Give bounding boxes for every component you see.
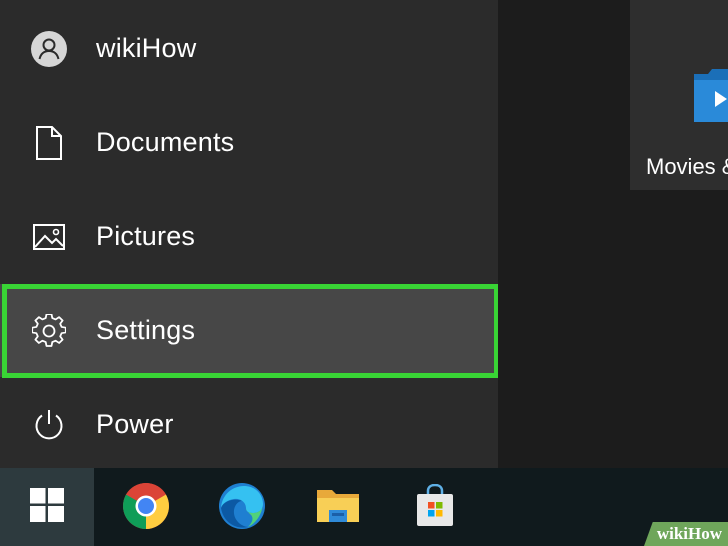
start-menu-item-settings[interactable]: Settings <box>0 284 498 377</box>
start-menu-item-label: Documents <box>96 127 235 157</box>
start-menu-item-label: Pictures <box>96 221 196 251</box>
start-menu-item-pictures[interactable]: Pictures <box>0 190 498 283</box>
windows-start-icon <box>30 487 64 527</box>
tile-movies-tv[interactable]: Movies & <box>630 0 728 190</box>
store-taskbar-button[interactable] <box>410 483 460 533</box>
file-explorer-icon <box>315 486 361 531</box>
gear-icon <box>30 312 68 350</box>
chrome-icon <box>122 482 170 535</box>
power-icon <box>30 406 68 444</box>
chrome-taskbar-button[interactable] <box>121 482 171 535</box>
start-tiles-area: Movies & <box>498 0 728 468</box>
desktop-screen: wikiHow Documents Pictures Settings Powe… <box>0 0 728 546</box>
start-menu-item-user[interactable]: wikiHow <box>0 2 498 95</box>
movies-folder-icon <box>694 64 728 131</box>
start-menu-item-label: wikiHow <box>96 33 197 63</box>
start-button[interactable] <box>0 468 94 546</box>
edge-taskbar-button[interactable] <box>217 482 267 535</box>
wikihow-watermark: wikiHow <box>656 524 722 543</box>
taskbar: wikiHow <box>0 468 728 546</box>
start-menu-item-label: Settings <box>96 315 196 345</box>
file-explorer-taskbar-button[interactable] <box>313 483 363 533</box>
start-menu-panel: wikiHow Documents Pictures Settings Powe… <box>0 0 499 471</box>
start-menu-item-power[interactable]: Power <box>0 378 498 471</box>
start-menu-item-documents[interactable]: Documents <box>0 96 498 189</box>
store-icon <box>415 483 455 533</box>
edge-icon <box>218 482 266 535</box>
tile-label: Movies & <box>646 154 728 179</box>
document-icon <box>30 124 68 162</box>
user-icon <box>30 30 68 68</box>
start-menu-item-label: Power <box>96 409 174 439</box>
pictures-icon <box>30 218 68 256</box>
